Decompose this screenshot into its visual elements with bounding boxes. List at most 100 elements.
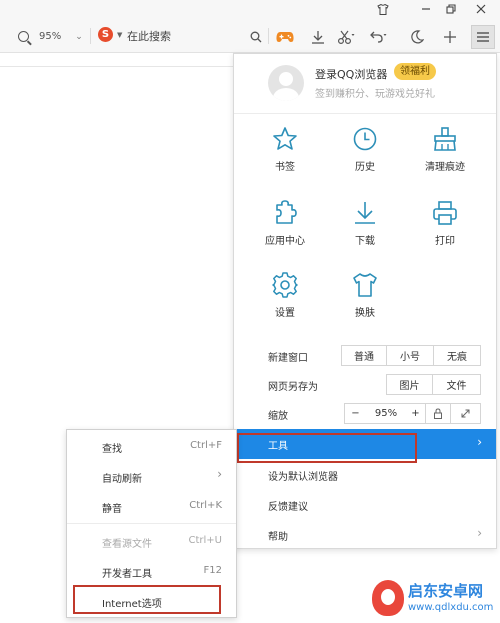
chevron-right-icon: ›	[477, 526, 482, 540]
watermark-logo-icon	[372, 580, 404, 616]
watermark-name: 启东安卓网	[408, 582, 484, 600]
submenu-item-label: 查看源文件	[102, 539, 152, 550]
grid-item-skin[interactable]: 换肤	[325, 272, 405, 332]
toolbar-divider	[90, 28, 91, 44]
menu-item-help[interactable]: 帮助 ›	[234, 520, 496, 550]
submenu-item-label: 自动刷新	[102, 474, 142, 485]
grid-label: 设置	[275, 308, 295, 319]
grid-label: 下载	[355, 236, 375, 247]
scissors-icon[interactable]	[336, 27, 356, 47]
submenu-item-auto-refresh[interactable]: 自动刷新 ›	[67, 461, 236, 491]
toolbar: 95% ⌄ S ▼	[0, 20, 500, 53]
zoom-row: 缩放 − 95% +	[234, 400, 496, 428]
minimize-icon[interactable]	[415, 0, 437, 18]
grid-item-app-center[interactable]: 应用中心	[245, 200, 325, 260]
grid-label: 清理痕迹	[425, 162, 465, 173]
highlight-box	[73, 585, 221, 614]
submenu-item-shortcut: F12	[203, 565, 222, 576]
new-window-row: 新建窗口 普通 小号 无痕	[234, 342, 496, 370]
grid-item-settings[interactable]: 设置	[245, 272, 325, 332]
bonus-badge[interactable]: 领福利	[394, 63, 436, 80]
menu-item-label: 设为默认浏览器	[268, 472, 338, 483]
grid-label: 应用中心	[265, 236, 305, 247]
grid-item-downloads[interactable]: 下载	[325, 200, 405, 260]
grid-label: 历史	[355, 162, 375, 173]
broom-icon	[434, 127, 456, 151]
submenu-item-shortcut: Ctrl+U	[188, 535, 223, 546]
save-as-label: 网页另存为	[268, 382, 318, 393]
grid-item-bookmarks[interactable]: 书签	[245, 126, 325, 186]
undo-icon[interactable]	[368, 27, 388, 47]
clock-icon	[353, 127, 377, 151]
moon-icon[interactable]	[407, 27, 427, 47]
zoom-out-button[interactable]: −	[344, 403, 366, 424]
menu-item-default-browser[interactable]: 设为默认浏览器	[234, 460, 496, 490]
user-login-panel[interactable]: 登录QQ浏览器 领福利 签到赚积分、玩游戏兑好礼	[234, 54, 496, 114]
menu-item-label: 反馈建议	[268, 502, 308, 513]
chevron-right-icon: ›	[477, 435, 482, 449]
submenu-item-label: 查找	[102, 444, 122, 455]
new-window-normal-button[interactable]: 普通	[341, 345, 387, 366]
puzzle-icon	[276, 200, 297, 224]
download-icon	[355, 202, 375, 224]
search-engine-selector[interactable]: S ▼	[98, 27, 122, 42]
tools-submenu: 查找 Ctrl+F 自动刷新 › 静音 Ctrl+K 查看源文件 Ctrl+U …	[66, 429, 237, 618]
save-as-image-button[interactable]: 图片	[386, 374, 433, 395]
save-as-file-button[interactable]: 文件	[433, 374, 481, 395]
search-icon[interactable]	[246, 27, 266, 47]
new-window-small-button[interactable]: 小号	[387, 345, 434, 366]
submenu-item-shortcut: Ctrl+K	[189, 500, 222, 511]
submenu-item-label: 静音	[102, 504, 122, 515]
zoom-value: 95%	[366, 403, 406, 424]
submenu-item-dev-tools[interactable]: 开发者工具 F12	[67, 556, 236, 586]
zoom-label: 缩放	[268, 411, 288, 422]
gamepad-icon[interactable]	[275, 27, 295, 47]
login-subtitle: 签到赚积分、玩游戏兑好礼	[315, 89, 435, 100]
zoom-magnifier-icon	[18, 31, 29, 42]
title-bar	[0, 0, 500, 20]
submenu-item-find[interactable]: 查找 Ctrl+F	[67, 431, 236, 461]
login-link[interactable]: 登录QQ浏览器	[315, 66, 387, 82]
avatar[interactable]	[268, 65, 304, 101]
toolbar-divider	[268, 28, 269, 44]
lock-icon[interactable]	[426, 403, 451, 424]
menu-icon[interactable]	[471, 25, 495, 49]
grid-label: 书签	[275, 162, 295, 173]
menu-item-feedback[interactable]: 反馈建议	[234, 490, 496, 520]
highlight-box	[237, 433, 417, 463]
browser-window: 95% ⌄ S ▼ 在此搜索 登录QQ浏览器 领福利 签到赚积分、玩游戏兑好礼 …	[0, 0, 500, 623]
skin-icon[interactable]	[372, 0, 394, 18]
printer-icon	[433, 201, 457, 225]
new-window-incognito-button[interactable]: 无痕	[434, 345, 481, 366]
menu-item-label: 帮助	[268, 532, 288, 543]
star-icon	[273, 127, 297, 150]
grid-label: 打印	[435, 236, 455, 247]
new-tab-plus-icon[interactable]	[440, 27, 460, 47]
submenu-item-shortcut: Ctrl+F	[190, 440, 222, 451]
sogou-logo-icon: S	[98, 27, 113, 42]
restore-icon[interactable]	[440, 0, 462, 18]
grid-item-print[interactable]: 打印	[405, 200, 485, 260]
search-input[interactable]	[127, 27, 247, 45]
save-as-row: 网页另存为 图片 文件	[234, 371, 496, 399]
submenu-item-mute[interactable]: 静音 Ctrl+K	[67, 491, 236, 521]
fullscreen-icon[interactable]	[451, 403, 481, 424]
zoom-control[interactable]: 95% ⌄	[18, 28, 83, 45]
close-icon[interactable]	[470, 0, 492, 18]
submenu-item-label: 开发者工具	[102, 569, 152, 580]
grid-label: 换肤	[355, 308, 375, 319]
grid-item-clear-traces[interactable]: 清理痕迹	[405, 126, 485, 186]
submenu-item-view-source[interactable]: 查看源文件 Ctrl+U	[67, 526, 236, 556]
new-window-label: 新建窗口	[268, 353, 308, 364]
tshirt-icon	[353, 273, 377, 297]
caret-down-icon: ▼	[117, 30, 123, 39]
page-divider	[0, 66, 233, 67]
gear-icon	[272, 272, 298, 298]
chevron-right-icon: ›	[217, 467, 222, 481]
zoom-in-button[interactable]: +	[406, 403, 426, 424]
watermark: 启东安卓网 www.qdlxdu.com	[372, 578, 497, 620]
submenu-divider	[67, 523, 236, 524]
download-icon[interactable]	[308, 27, 328, 47]
grid-item-history[interactable]: 历史	[325, 126, 405, 186]
watermark-url: www.qdlxdu.com	[408, 602, 494, 613]
